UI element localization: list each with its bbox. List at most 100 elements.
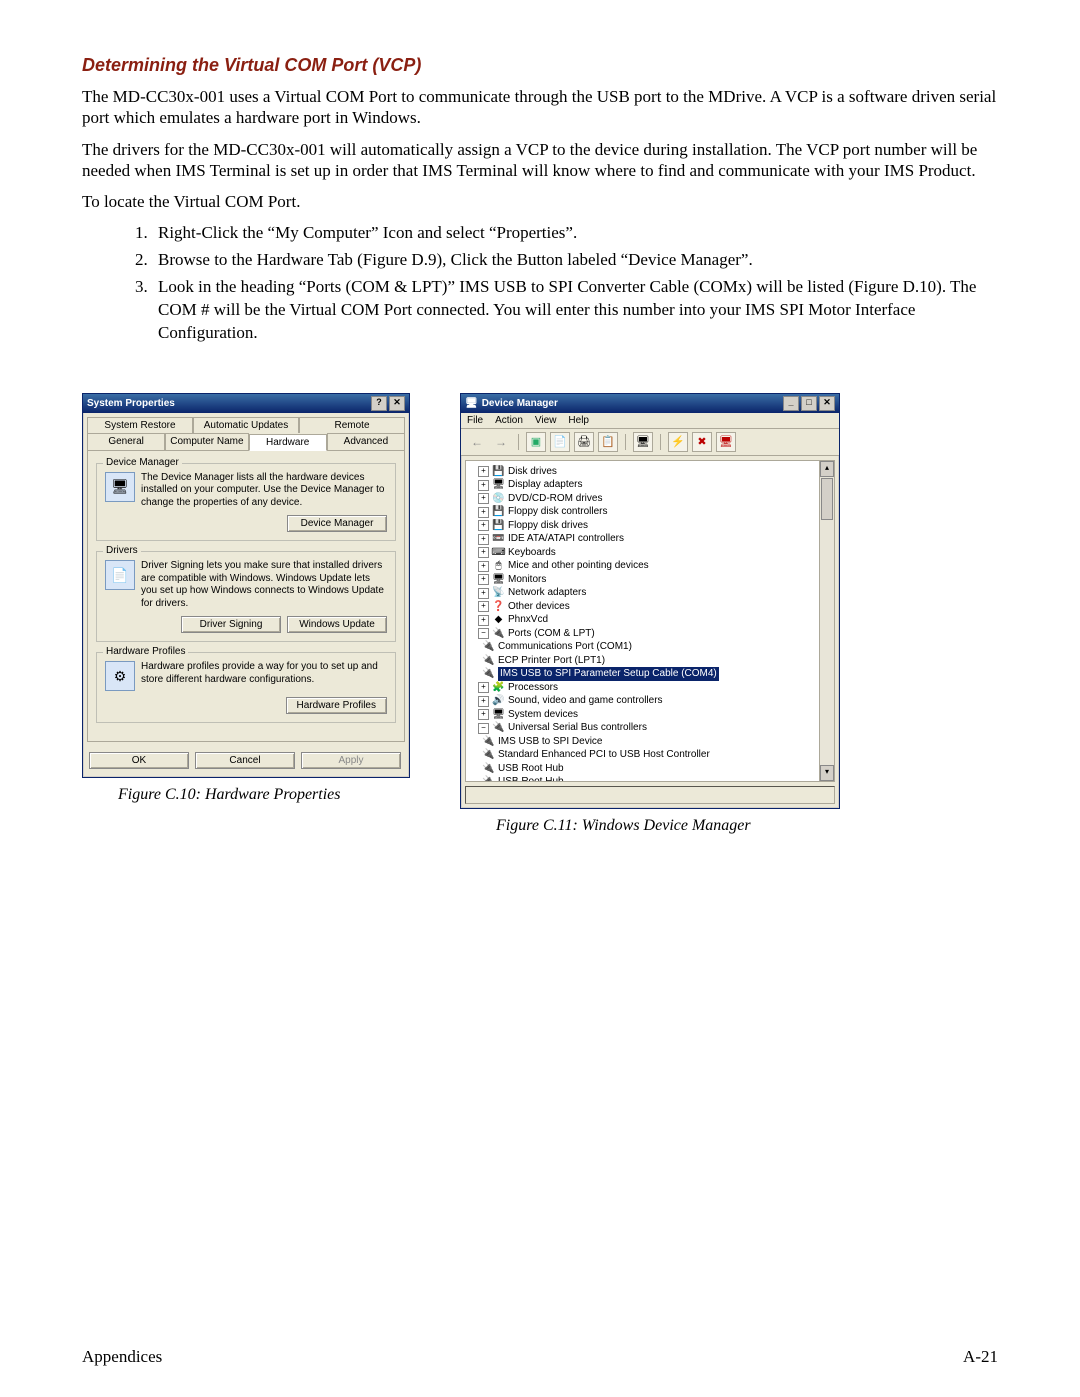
ok-button[interactable]: OK: [89, 752, 189, 769]
expand-icon[interactable]: +: [478, 466, 489, 477]
tab-system-restore[interactable]: System Restore: [87, 417, 193, 433]
toolbar-icon[interactable]: ▣: [526, 432, 546, 452]
tab-hardware[interactable]: Hardware: [249, 434, 327, 451]
forward-icon[interactable]: →: [491, 435, 511, 449]
usb-icon: 🔌: [482, 763, 495, 774]
tab-advanced[interactable]: Advanced: [327, 433, 405, 450]
tree-node[interactable]: Sound, video and game controllers: [508, 694, 663, 708]
expand-icon[interactable]: +: [478, 534, 489, 545]
tree-node[interactable]: Ports (COM & LPT): [508, 627, 595, 641]
back-icon[interactable]: ←: [467, 435, 487, 449]
expand-icon[interactable]: +: [478, 601, 489, 612]
menu-file[interactable]: File: [467, 415, 483, 426]
expand-icon[interactable]: +: [478, 696, 489, 707]
print-icon[interactable]: 🖨: [574, 432, 594, 452]
scroll-down-icon[interactable]: ▾: [820, 765, 834, 781]
expand-icon[interactable]: +: [478, 561, 489, 572]
collapse-icon[interactable]: −: [478, 628, 489, 639]
tree-node[interactable]: Processors: [508, 681, 558, 695]
tree-node[interactable]: Disk drives: [508, 465, 557, 479]
tree-node[interactable]: Monitors: [508, 573, 546, 587]
toolbar-icon[interactable]: 📋: [598, 432, 618, 452]
tree-node[interactable]: Other devices: [508, 600, 570, 614]
tree-node[interactable]: Universal Serial Bus controllers: [508, 721, 647, 735]
tab-computer-name[interactable]: Computer Name: [165, 433, 248, 450]
expand-icon[interactable]: +: [478, 615, 489, 626]
collapse-icon[interactable]: −: [478, 723, 489, 734]
windows-update-button[interactable]: Windows Update: [287, 616, 387, 633]
titlebar: 🖥 Device Manager _ □ ✕: [461, 394, 839, 413]
enable-icon[interactable]: ⚡: [668, 432, 688, 452]
tree-node[interactable]: ECP Printer Port (LPT1): [498, 654, 605, 668]
uninstall-icon[interactable]: ✖: [692, 432, 712, 452]
floppy-icon: 💾: [492, 507, 505, 518]
steps-list: Right-Click the “My Computer” Icon and s…: [82, 222, 998, 345]
expand-icon[interactable]: +: [478, 547, 489, 558]
device-manager-button[interactable]: Device Manager: [287, 515, 387, 532]
tree-node[interactable]: System devices: [508, 708, 578, 722]
tree-node[interactable]: Mice and other pointing devices: [508, 559, 649, 573]
maximize-icon[interactable]: □: [801, 396, 817, 411]
tab-general[interactable]: General: [87, 433, 165, 450]
list-item: Browse to the Hardware Tab (Figure D.9),…: [152, 249, 998, 272]
scroll-thumb[interactable]: [821, 478, 833, 520]
divider: [625, 434, 626, 450]
tree-node[interactable]: DVD/CD-ROM drives: [508, 492, 602, 506]
expand-icon[interactable]: +: [478, 588, 489, 599]
expand-icon[interactable]: +: [478, 507, 489, 518]
close-icon[interactable]: ✕: [389, 396, 405, 411]
hardware-profiles-button[interactable]: Hardware Profiles: [286, 697, 387, 714]
menu-action[interactable]: Action: [495, 415, 523, 426]
expand-icon[interactable]: +: [478, 493, 489, 504]
tab-strip: System Restore Automatic Updates Remote …: [83, 413, 409, 450]
tab-remote[interactable]: Remote: [299, 417, 405, 433]
floppy-icon: 💾: [492, 520, 505, 531]
properties-icon[interactable]: 📄: [550, 432, 570, 452]
help-icon[interactable]: ?: [371, 396, 387, 411]
device-manager-window: 🖥 Device Manager _ □ ✕ File Action View …: [460, 393, 840, 809]
tree-node-selected[interactable]: IMS USB to SPI Parameter Setup Cable (CO…: [498, 667, 719, 681]
device-manager-icon: 🖥: [105, 472, 135, 502]
expand-icon[interactable]: +: [478, 682, 489, 693]
expand-icon[interactable]: +: [478, 480, 489, 491]
dvd-icon: 💿: [492, 493, 505, 504]
scan-icon[interactable]: 🖥: [633, 432, 653, 452]
scroll-up-icon[interactable]: ▴: [820, 461, 834, 477]
app-icon: 🖥: [465, 398, 478, 409]
apply-button[interactable]: Apply: [301, 752, 401, 769]
minimize-icon[interactable]: _: [783, 396, 799, 411]
menu-help[interactable]: Help: [568, 415, 589, 426]
tree-node[interactable]: Floppy disk drives: [508, 519, 588, 533]
expand-icon[interactable]: +: [478, 574, 489, 585]
tree-node[interactable]: IMS USB to SPI Device: [498, 735, 602, 749]
tree-node[interactable]: IDE ATA/ATAPI controllers: [508, 532, 624, 546]
expand-icon[interactable]: +: [478, 520, 489, 531]
toolbar: ← → ▣ 📄 🖨 📋 🖥 ⚡ ✖ 🖥: [461, 429, 839, 456]
paragraph: The drivers for the MD-CC30x-001 will au…: [82, 139, 998, 182]
divider: [660, 434, 661, 450]
group-drivers: Drivers 📄 Driver Signing lets you make s…: [96, 551, 396, 642]
tree-node[interactable]: PhnxVcd: [508, 613, 548, 627]
scrollbar[interactable]: ▴ ▾: [819, 461, 834, 781]
drivers-icon: 📄: [105, 560, 135, 590]
close-icon[interactable]: ✕: [819, 396, 835, 411]
driver-signing-button[interactable]: Driver Signing: [181, 616, 281, 633]
tree-node[interactable]: USB Root Hub: [498, 762, 564, 776]
cancel-button[interactable]: Cancel: [195, 752, 295, 769]
window-title: System Properties: [87, 398, 175, 409]
tree-node[interactable]: Communications Port (COM1): [498, 640, 632, 654]
tree-node[interactable]: Floppy disk controllers: [508, 505, 607, 519]
update-icon[interactable]: 🖥: [716, 432, 736, 452]
tree-node[interactable]: USB Root Hub: [498, 775, 564, 782]
tab-automatic-updates[interactable]: Automatic Updates: [193, 417, 299, 433]
mouse-icon: 🖱: [492, 561, 505, 572]
tree-node[interactable]: Keyboards: [508, 546, 556, 560]
figure-caption: Figure C.11: Windows Device Manager: [460, 817, 840, 835]
tree-node[interactable]: Display adapters: [508, 478, 582, 492]
expand-icon[interactable]: +: [478, 709, 489, 720]
menu-view[interactable]: View: [535, 415, 557, 426]
port-icon: 🔌: [482, 642, 495, 653]
tree-node[interactable]: Network adapters: [508, 586, 586, 600]
device-tree[interactable]: +💾Disk drives +🖥Display adapters +💿DVD/C…: [465, 460, 835, 782]
tree-node[interactable]: Standard Enhanced PCI to USB Host Contro…: [498, 748, 710, 762]
